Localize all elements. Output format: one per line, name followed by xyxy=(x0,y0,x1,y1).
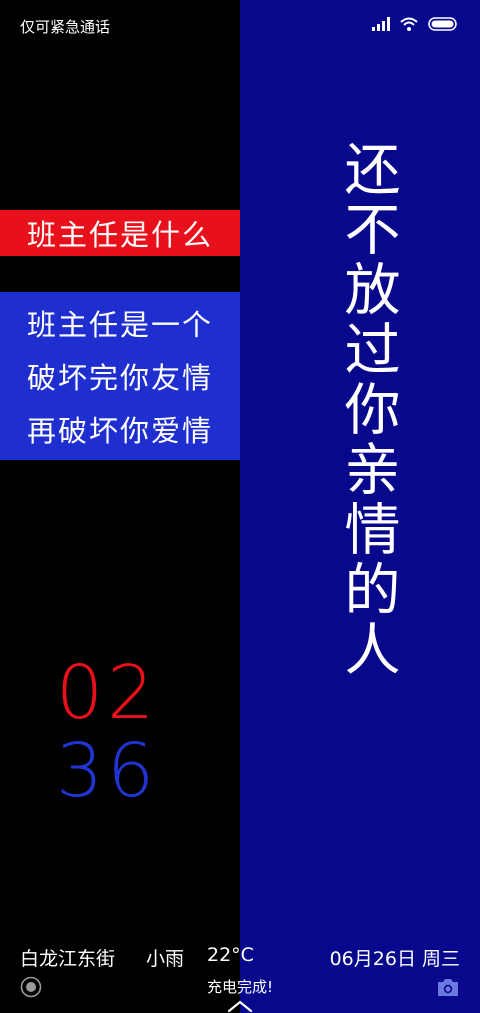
question-banner: 班主任是什么 xyxy=(0,210,240,256)
battery-icon xyxy=(428,17,457,31)
status-icons xyxy=(372,17,458,31)
answer-line: 破坏完你友情 xyxy=(26,360,213,395)
carrier-text: 仅可紧急通话 xyxy=(20,18,111,36)
question-text: 班主任是什么 xyxy=(26,218,213,252)
answer-box: 班主任是一个 破坏完你友情 再破坏你爱情 xyxy=(0,292,240,460)
weather-condition: 小雨 xyxy=(146,948,185,970)
lockscreen-clock: 02 36 xyxy=(56,656,186,808)
vertical-slogan: 还不放过你亲情的人 xyxy=(335,140,400,680)
wifi-icon xyxy=(400,17,418,31)
camera-icon[interactable] xyxy=(436,976,460,998)
weather-location: 白龙江东街 xyxy=(20,948,116,970)
weather-temperature: 22°C xyxy=(207,944,254,966)
info-row: 白龙江东街 小雨 22°C 06月26日 周三 xyxy=(0,944,480,972)
signal-icon xyxy=(372,17,390,31)
answer-line: 再破坏你爱情 xyxy=(26,414,213,449)
date-label: 06月26日 周三 xyxy=(329,948,460,970)
swipe-up-chevron-icon[interactable] xyxy=(226,999,254,1013)
charge-status: 充电完成! xyxy=(206,978,273,996)
clock-minutes: 36 xyxy=(56,728,159,814)
clock-hours: 02 xyxy=(56,650,159,736)
answer-line: 班主任是一个 xyxy=(26,307,213,342)
status-bar: 仅可紧急通话 xyxy=(0,0,480,52)
